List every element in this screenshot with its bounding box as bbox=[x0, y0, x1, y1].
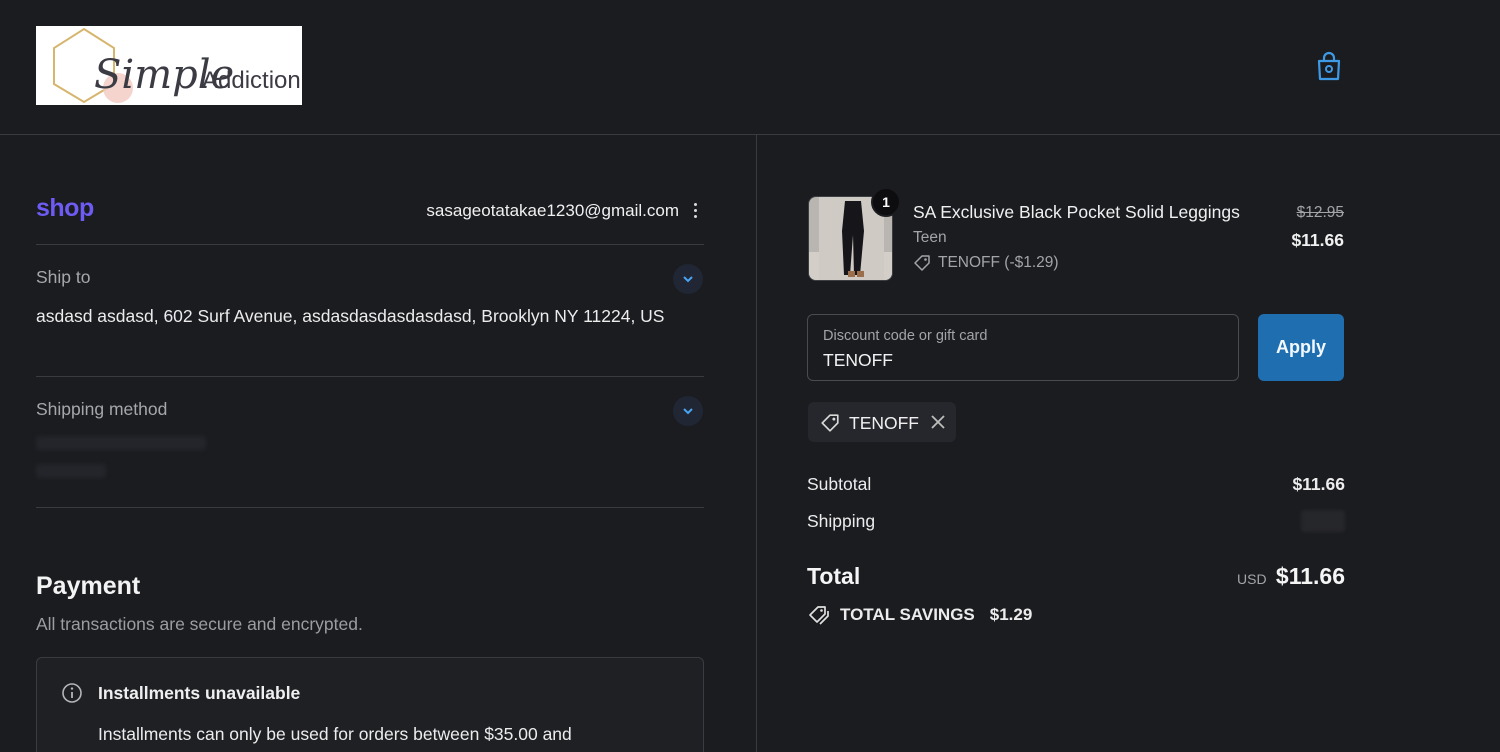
chevron-down-icon bbox=[683, 276, 693, 283]
tag-icon bbox=[821, 414, 839, 432]
notice-body: Installments can only be used for orders… bbox=[98, 724, 572, 744]
ship-to-toggle[interactable] bbox=[673, 264, 703, 294]
savings-label: TOTAL SAVINGS bbox=[840, 605, 975, 624]
divider bbox=[36, 376, 704, 377]
tags-icon bbox=[809, 606, 829, 625]
discount-field-value: TENOFF bbox=[823, 350, 893, 370]
shipping-method-loading bbox=[36, 436, 206, 450]
product-variant: Teen bbox=[913, 229, 947, 246]
close-icon[interactable] bbox=[928, 412, 948, 432]
total-label: Total bbox=[807, 563, 861, 589]
shopping-bag-icon[interactable] bbox=[1314, 50, 1344, 82]
account-email: sasageotatakae1230@gmail.com bbox=[426, 201, 679, 220]
notice-title: Installments unavailable bbox=[98, 683, 301, 703]
original-price: $12.95 bbox=[1296, 204, 1344, 221]
info-icon bbox=[62, 683, 82, 703]
discount-code-input[interactable]: Discount code or gift card TENOFF bbox=[807, 314, 1239, 381]
payment-subtitle: All transactions are secure and encrypte… bbox=[36, 614, 363, 634]
subtotal-value: $11.66 bbox=[1292, 474, 1345, 494]
product-discount-text: TENOFF (-$1.29) bbox=[938, 254, 1059, 271]
shipping-method-toggle[interactable] bbox=[673, 396, 703, 426]
subtotal-label: Subtotal bbox=[807, 474, 872, 494]
payment-title: Payment bbox=[36, 572, 141, 600]
discount-field-label: Discount code or gift card bbox=[823, 328, 988, 344]
logo-text-sub: Addiction bbox=[202, 67, 301, 94]
shipping-cost-loading bbox=[1301, 510, 1345, 532]
shipping-address: asdasd asdasd, 602 Surf Avenue, asdasdas… bbox=[36, 306, 665, 326]
installments-notice: Installments unavailable Installments ca… bbox=[36, 657, 704, 752]
chevron-down-icon bbox=[683, 408, 693, 415]
ship-to-label: Ship to bbox=[36, 267, 91, 287]
total-value: $11.66 bbox=[1275, 563, 1345, 589]
applied-discount-chip: TENOFF bbox=[808, 402, 956, 442]
tag-icon bbox=[914, 255, 930, 271]
shipping-label: Shipping bbox=[807, 511, 876, 531]
divider bbox=[36, 244, 704, 245]
apply-button[interactable]: Apply bbox=[1258, 314, 1344, 381]
store-logo[interactable]: Simple Addiction bbox=[36, 26, 302, 105]
header: Simple Addiction bbox=[0, 0, 1500, 135]
quantity-badge: 1 bbox=[871, 187, 901, 217]
shipping-method-loading bbox=[36, 464, 106, 478]
shipping-method-label: Shipping method bbox=[36, 399, 168, 419]
savings-value: $1.29 bbox=[989, 605, 1033, 624]
product-discount: TENOFF (-$1.29) bbox=[913, 254, 1059, 272]
applied-discount-code: TENOFF bbox=[849, 413, 919, 433]
column-divider bbox=[756, 135, 757, 752]
shop-pay-logo: shop bbox=[36, 194, 94, 222]
total-savings: TOTAL SAVINGS $1.29 bbox=[807, 604, 1032, 626]
total-currency: USD bbox=[1237, 571, 1267, 587]
divider bbox=[36, 507, 704, 508]
item-price: $11.66 bbox=[1291, 230, 1344, 250]
kebab-menu-icon[interactable] bbox=[689, 200, 701, 222]
product-title: SA Exclusive Black Pocket Solid Leggings bbox=[913, 202, 1240, 222]
